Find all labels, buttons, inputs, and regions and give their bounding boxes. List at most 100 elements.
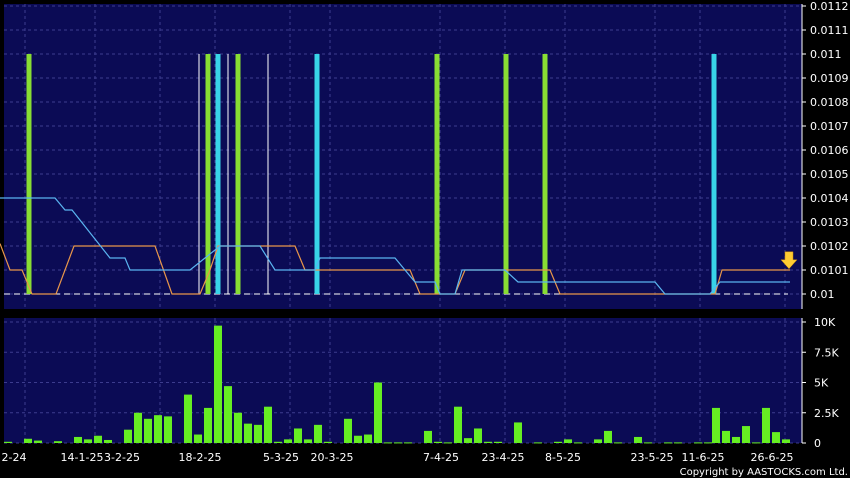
volume-bar — [394, 442, 402, 444]
x-tick-label: 8-5-25 — [545, 451, 581, 464]
y-tick-label: 0.0103 — [810, 216, 849, 229]
y-tick-label: 0.0108 — [810, 96, 849, 109]
y-tick-label: 0.0111 — [810, 24, 849, 37]
volume-bar — [194, 434, 202, 443]
volume-bar — [154, 415, 162, 443]
volume-bar — [424, 430, 432, 443]
volume-bar — [184, 394, 192, 443]
signal-marker — [711, 54, 717, 294]
volume-bar — [444, 442, 452, 444]
volume-bar — [164, 416, 172, 443]
volume-bar — [244, 423, 252, 443]
volume-bar — [304, 439, 312, 443]
x-tick-label: 20-3-25 — [311, 451, 354, 464]
volume-bar — [712, 407, 720, 443]
volume-bar — [742, 426, 750, 443]
volume-bar — [772, 432, 780, 443]
x-tick-label: 5-3-25 — [263, 451, 299, 464]
volume-bar — [514, 422, 522, 443]
signal-marker — [227, 54, 229, 294]
volume-bar — [594, 439, 602, 443]
y-tick-label: 2.5K — [814, 407, 839, 420]
volume-bar — [782, 439, 790, 443]
volume-bar — [644, 442, 652, 444]
volume-bar — [314, 424, 322, 443]
volume-bar — [722, 430, 730, 443]
volume-bar — [454, 406, 462, 443]
volume-bar — [464, 438, 472, 443]
volume-bar — [554, 441, 562, 443]
signal-marker — [205, 54, 211, 294]
y-tick-label: 0.0109 — [810, 72, 849, 85]
y-tick-label: 0.0102 — [810, 240, 849, 253]
x-tick-label: 23-5-25 — [631, 451, 674, 464]
volume-bar — [124, 429, 132, 443]
y-tick-label: 0.0106 — [810, 144, 849, 157]
volume-bar — [34, 440, 42, 443]
volume-bar — [614, 442, 622, 444]
stock-chart: 0.01120.01110.0110.01090.01080.01070.010… — [0, 0, 850, 478]
volume-bar — [84, 439, 92, 443]
x-tick-label: 7-4-25 — [423, 451, 459, 464]
volume-bar — [354, 435, 362, 443]
volume-bar — [664, 442, 672, 444]
volume-bar — [474, 428, 482, 443]
volume-bar — [144, 418, 152, 443]
volume-bar — [4, 441, 12, 443]
y-tick-label: 7.5K — [814, 346, 839, 359]
volume-bar — [634, 436, 642, 443]
volume-bar — [214, 325, 222, 443]
volume-bar — [54, 441, 62, 443]
volume-bar — [574, 442, 582, 444]
x-tick-label: 14-1-25 — [61, 451, 104, 464]
volume-bar — [264, 406, 272, 443]
volume-bar — [24, 438, 32, 443]
signal-marker — [314, 54, 320, 294]
y-tick-label: 0.01 — [810, 288, 835, 301]
volume-bar — [534, 442, 542, 444]
volume-bar — [494, 441, 502, 443]
volume-bar — [374, 382, 382, 443]
y-tick-label: 0.0101 — [810, 264, 849, 277]
volume-panel — [4, 318, 802, 443]
price-panel — [4, 4, 802, 309]
x-tick-label: 23-4-25 — [482, 451, 525, 464]
y-tick-label: 0.0112 — [810, 0, 849, 13]
volume-bar — [274, 441, 282, 443]
volume-bar — [434, 441, 442, 443]
volume-bar — [484, 441, 492, 443]
volume-bar — [732, 436, 740, 443]
volume-bar — [204, 407, 212, 443]
volume-bar — [364, 434, 372, 443]
volume-bar — [694, 442, 702, 444]
volume-bar — [604, 430, 612, 443]
signal-marker — [542, 54, 548, 294]
signal-marker — [215, 54, 221, 294]
volume-bar — [74, 436, 82, 443]
y-tick-label: 0.0104 — [810, 192, 849, 205]
signal-marker — [434, 54, 440, 294]
volume-bar — [94, 435, 102, 443]
signal-marker — [198, 54, 200, 294]
x-tick-label: 26-6-25 — [751, 451, 794, 464]
signal-marker — [503, 54, 509, 294]
volume-bar — [704, 442, 712, 444]
volume-bar — [674, 442, 682, 444]
volume-bar — [564, 439, 572, 443]
volume-bar — [234, 412, 242, 443]
volume-bar — [762, 407, 770, 443]
signal-marker — [26, 54, 32, 294]
y-tick-label: 5K — [814, 377, 829, 390]
volume-bar — [294, 428, 302, 443]
y-tick-label: 0.0105 — [810, 168, 849, 181]
x-tick-label: 3-2-25 — [104, 451, 140, 464]
volume-bar — [104, 439, 112, 443]
volume-bar — [384, 442, 392, 444]
volume-bar — [752, 442, 760, 444]
y-tick-label: 0.011 — [810, 48, 842, 61]
volume-bar — [134, 412, 142, 443]
volume-bar — [254, 424, 262, 443]
signal-marker — [235, 54, 241, 294]
volume-bar — [224, 386, 232, 443]
y-tick-label: 0 — [814, 437, 821, 450]
